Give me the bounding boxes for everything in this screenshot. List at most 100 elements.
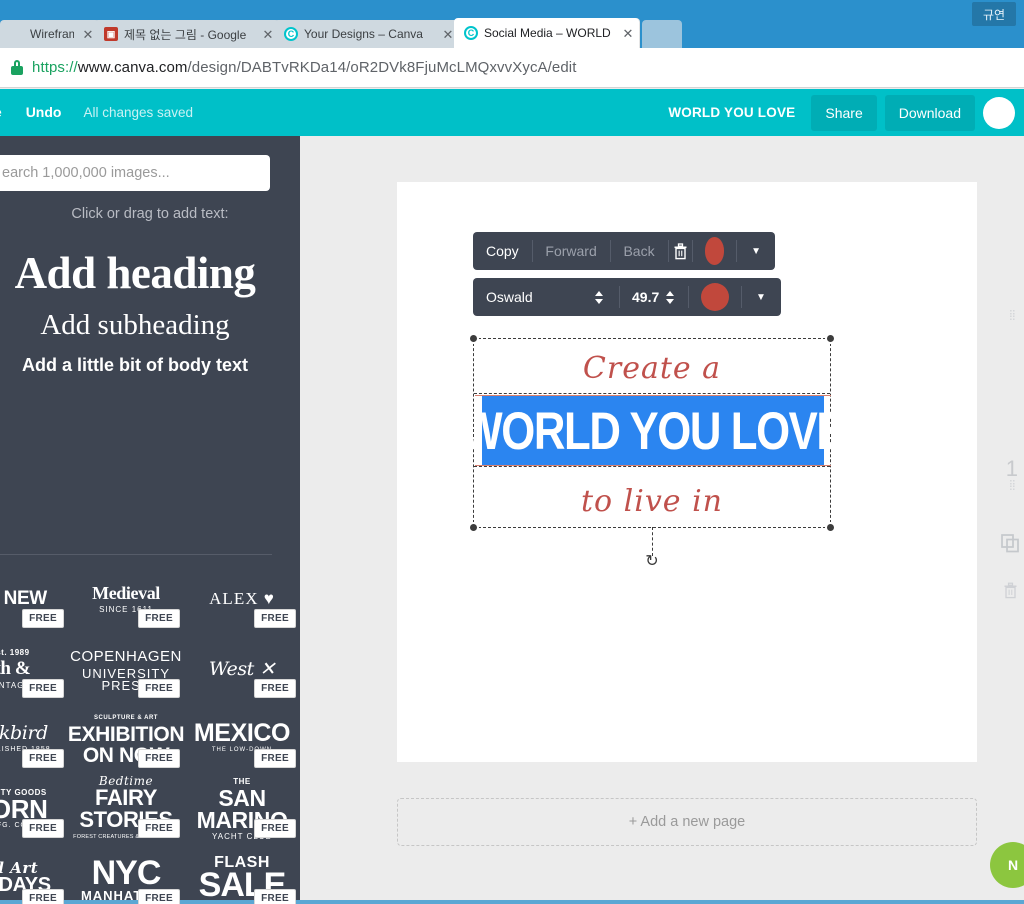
tab-title: Wirefram [30,27,74,41]
new-tab-button[interactable] [642,20,682,48]
thumb-line2: ALEX ♥ [209,589,275,608]
blank-favicon-icon [10,27,24,41]
copy-button[interactable]: Copy [473,232,532,270]
tab-close-icon[interactable]: ✕ [442,28,454,41]
url-text: https://www.canva.com/design/DABTvRKDa14… [32,59,577,76]
free-badge: FREE [138,679,180,698]
canva-favicon-icon: C [284,27,298,41]
thumb-line2: NYC [91,854,162,892]
undo-button[interactable]: Undo [14,89,74,136]
thumb-line2: lackbird [0,722,48,744]
text-color-swatch[interactable] [701,283,729,311]
text-presets-group: Add heading Add subheading Add a little … [0,244,280,382]
add-new-page-button[interactable]: + Add a new page [397,798,977,846]
tab-close-icon[interactable]: ✕ [262,28,274,41]
font-template-item[interactable]: SCULPTURE & ART EXHIBITION ON NOW FREE [68,704,184,774]
object-toolbar: Copy Forward Back ▼ [473,232,775,270]
font-size-value[interactable]: 49.7 [620,289,662,305]
panel-hint-label: Click or drag to add text: [71,206,229,222]
chevron-down-icon[interactable]: ▼ [737,232,775,270]
free-badge: FREE [22,679,64,698]
font-template-item[interactable]: FLASH SALE FREE [184,844,300,904]
tab-title: Social Media – WORLD Y [484,26,614,40]
page-side-rail: ⣿ 1 ⣿ [990,136,1024,904]
font-template-item[interactable]: THE SAN MARINO YACHT CLUB FREE [184,774,300,844]
thumb-line2: MEXICO [193,719,291,747]
toolbar-separator [692,240,693,262]
rotate-icon[interactable]: ↻ [642,551,662,571]
header-right-group: WORLD YOU LOVE Share Download [668,89,1024,136]
thumb-line1: Est. 1989 [0,647,30,657]
font-template-item[interactable]: Bedtime FAIRY STORIES FOREST CREATURES &… [68,774,184,844]
free-badge: FREE [254,679,296,698]
save-status-label: All changes saved [83,105,194,120]
search-placeholder: earch 1,000,000 images... [2,165,170,181]
resize-handle-bottom-right[interactable] [825,522,836,533]
resize-handle-top-right[interactable] [825,333,836,344]
font-family-value[interactable]: Oswald [473,289,591,305]
preset-add-subheading[interactable]: Add subheading [0,302,280,348]
snap-guide-bottom [475,465,831,466]
free-badge: FREE [254,749,296,768]
browser-tab-google-slides[interactable]: ▣ 제목 없는 그림 - Google ✕ [94,20,280,48]
browser-tab-your-designs[interactable]: C Your Designs – Canva ✕ [274,20,460,48]
tab-close-icon[interactable]: ✕ [622,27,634,40]
free-badge: FREE [138,889,180,904]
resize-handle-bottom-left[interactable] [468,522,479,533]
free-badge: FREE [22,889,64,904]
font-template-item[interactable]: West ✕ FREE [184,634,300,704]
toolbar-separator [688,286,689,308]
font-template-item[interactable]: QUALITY GOODS CORN MFG. CO. FREE [0,774,68,844]
panel-divider [0,554,272,555]
text-selection-highlight: WORLD YOU LOVE [462,396,846,465]
download-button[interactable]: Download [884,94,975,131]
back-button[interactable]: Back [610,232,667,270]
avatar[interactable] [983,96,1015,129]
font-template-item[interactable]: COPENHAGEN UNIVERSITY PRESS FREE [68,634,184,704]
font-template-item[interactable]: lackbird ESTABLISHED 1858 FREE [0,704,68,774]
trash-icon[interactable] [668,232,692,270]
address-bar[interactable]: https://www.canva.com/design/DABTvRKDa14… [0,48,1024,88]
preset-add-body-text[interactable]: Add a little bit of body text [0,348,280,382]
browser-tab-wireframe[interactable]: Wirefram ✕ [0,20,100,48]
canvas-line-main-row: WORLD YOU LOVE [462,393,846,467]
font-template-item[interactable]: ail Art ONDAYS FREE [0,844,68,904]
delete-page-icon[interactable] [1003,582,1018,599]
resize-handle-top-left[interactable] [468,333,479,344]
object-color-swatch[interactable] [704,237,725,265]
free-badge: FREE [138,819,180,838]
duplicate-page-icon[interactable] [1001,534,1020,553]
canvas-line-main: WORLD YOU LOVE [461,400,846,461]
canva-favicon-icon: C [464,26,478,40]
font-template-item[interactable]: Medieval SINCE 1611 FREE [68,564,184,634]
font-template-item[interactable]: MEXICO THE LOW-DOWN FREE [184,704,300,774]
design-title[interactable]: WORLD YOU LOVE [668,105,811,120]
left-side-panel: earch 1,000,000 images... Click or drag … [0,136,300,904]
page-number-label: 1 [1005,456,1018,481]
preset-add-heading[interactable]: Add heading [0,244,280,302]
tab-close-icon[interactable]: ✕ [82,28,94,41]
rail-dots-bottom-decor: ⣿ [1008,480,1018,491]
browser-tabstrip: Wirefram ✕ ▣ 제목 없는 그림 - Google ✕ C Your … [0,18,1024,48]
rail-dots-top-decor: ⣿ [1008,310,1018,321]
font-template-item[interactable]: Est. 1989 ith & VINTAGE FREE [0,634,68,704]
canvas-line-bottom: to live in [581,484,723,519]
share-button[interactable]: Share [811,94,877,131]
free-badge: FREE [22,819,64,838]
file-menu-button[interactable]: le [0,89,14,136]
search-input[interactable]: earch 1,000,000 images... [0,155,270,191]
free-badge: FREE [254,889,296,904]
browser-tab-social-media-active[interactable]: C Social Media – WORLD Y ✕ [454,18,640,48]
free-badge: FREE [22,749,64,768]
forward-button[interactable]: Forward [532,232,609,270]
thumb-line1: SCULPTURE & ART [94,714,158,721]
font-template-item[interactable]: NYC MANHATTAN FREE [68,844,184,904]
font-template-grid: HE NEW FREE Medieval SINCE 1611 FREE ALE… [0,564,300,904]
font-size-stepper[interactable] [662,290,678,304]
chevron-down-icon[interactable]: ▼ [742,278,780,316]
selected-text-element[interactable]: Create a WORLD YOU LOVE to live in ↻ [462,333,846,570]
font-template-item[interactable]: HE NEW FREE [0,564,68,634]
font-family-stepper[interactable] [591,290,607,304]
font-template-item[interactable]: ALEX ♥ FREE [184,564,300,634]
free-badge: FREE [254,819,296,838]
